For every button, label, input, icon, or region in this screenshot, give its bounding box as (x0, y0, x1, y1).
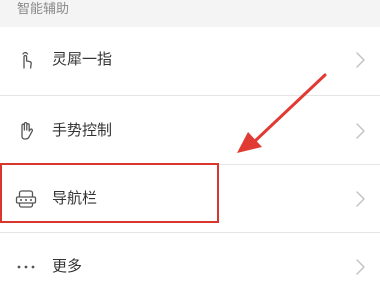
divider (0, 95, 380, 96)
highlight-box (0, 163, 219, 223)
chevron-right-icon (356, 259, 365, 275)
divider (0, 232, 380, 233)
item-label: 更多 (52, 257, 83, 275)
item-label: 灵犀一指 (52, 50, 113, 68)
list-item-lingxi[interactable]: 灵犀一指 (0, 27, 380, 94)
more-dots-icon (17, 265, 35, 269)
section-header: 智能辅助 (0, 0, 380, 27)
finger-tap-icon (22, 51, 32, 69)
chevron-right-icon (356, 123, 365, 139)
section-title: 智能辅助 (17, 2, 70, 17)
chevron-right-icon (356, 52, 365, 68)
hand-gesture-icon (21, 121, 34, 140)
list-item-more[interactable]: 更多 (0, 234, 380, 296)
item-label: 手势控制 (52, 121, 113, 139)
chevron-right-icon (356, 191, 365, 207)
settings-screen: 智能辅助 灵犀一指 手势控制 导航栏 更多 (0, 0, 380, 296)
list-item-gesture[interactable]: 手势控制 (0, 98, 380, 165)
